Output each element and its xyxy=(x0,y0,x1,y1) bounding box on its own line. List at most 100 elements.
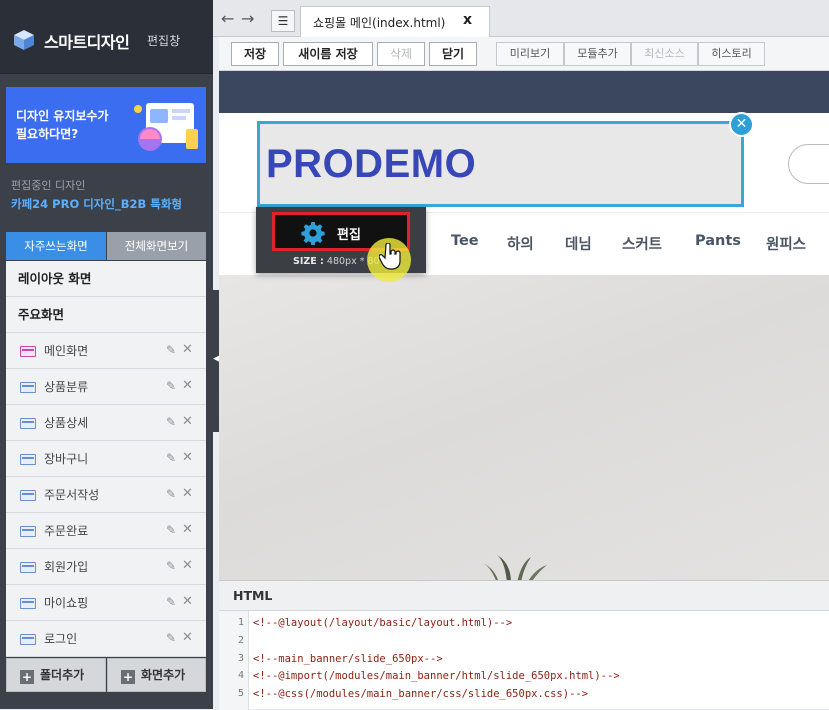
tab-title: 쇼핑몰 메인(index.html) xyxy=(313,16,446,30)
add-page-button[interactable]: + 화면추가 xyxy=(107,658,206,692)
close-icon[interactable]: ✕ xyxy=(182,522,193,537)
site-logo: PRODEMO xyxy=(266,142,477,186)
latest-source-button[interactable]: 최신소스 xyxy=(631,42,698,66)
page-icon xyxy=(20,490,36,501)
cube-logo-icon xyxy=(14,30,34,50)
html-code-panel: HTML 1 2 3 4 5 <!--@layout(/layout/basic… xyxy=(219,580,829,710)
close-icon[interactable]: ✕ xyxy=(182,414,193,429)
page-icon xyxy=(20,598,36,609)
tab-list-button[interactable]: ☰ xyxy=(271,10,295,32)
list-item[interactable]: 주문서작성 ✎ ✕ xyxy=(6,477,206,513)
app-title: 스마트디자인 xyxy=(44,33,130,52)
add-folder-label: 폴더추가 xyxy=(40,668,85,682)
plus-icon: + xyxy=(121,670,135,684)
close-button[interactable]: 닫기 xyxy=(429,42,477,66)
editor-toolbar: 저장 새이름 저장 삭제 닫기 미리보기 모듈추가 최신소스 히스토리 xyxy=(219,37,829,71)
menu-item-onepiece[interactable]: 원피스 xyxy=(766,233,806,254)
list-item[interactable]: 주문완료 ✎ ✕ xyxy=(6,513,206,549)
code-line[interactable]: <!--@layout(/layout/basic/layout.html)--… xyxy=(253,617,512,629)
line-number: 5 xyxy=(237,688,244,699)
pencil-icon[interactable]: ✎ xyxy=(166,523,176,537)
promo-banner[interactable]: 디자인 유지보수가 필요하다면? xyxy=(6,87,206,163)
menu-item-pants[interactable]: Pants xyxy=(695,233,741,249)
history-button[interactable]: 히스토리 xyxy=(698,42,765,66)
promo-text: 디자인 유지보수가 필요하다면? xyxy=(16,109,109,141)
list-item[interactable]: 로그인 ✎ ✕ xyxy=(6,621,206,657)
pencil-icon[interactable]: ✎ xyxy=(166,343,176,357)
add-page-label: 화면추가 xyxy=(141,668,186,682)
page-label: 주문서작성 xyxy=(44,488,100,502)
pencil-icon[interactable]: ✎ xyxy=(166,631,176,645)
code-line[interactable]: <!--main_banner/slide_650px--> xyxy=(253,653,443,665)
tab-close-icon[interactable]: x xyxy=(463,12,472,28)
close-icon[interactable]: ✕ xyxy=(182,486,193,501)
page-label: 로그인 xyxy=(44,632,78,646)
page-icon xyxy=(20,346,36,357)
page-icon xyxy=(20,526,36,537)
close-icon[interactable]: ✕ xyxy=(182,450,193,465)
pencil-icon[interactable]: ✎ xyxy=(166,379,176,393)
page-label: 상품분류 xyxy=(44,380,89,394)
menu-item-tee[interactable]: Tee xyxy=(451,233,479,249)
close-icon[interactable]: ✕ xyxy=(729,112,754,137)
list-item[interactable]: 상품분류 ✎ ✕ xyxy=(6,369,206,405)
code-panel-header: HTML xyxy=(219,581,829,611)
line-number: 4 xyxy=(237,670,244,681)
tab-all-pages[interactable]: 전체화면보기 xyxy=(107,232,206,260)
pencil-icon[interactable]: ✎ xyxy=(166,559,176,573)
plus-icon: + xyxy=(20,670,34,684)
close-icon[interactable]: ✕ xyxy=(182,558,193,573)
forward-arrow-icon[interactable]: → xyxy=(241,9,254,28)
code-line[interactable]: <!--@import(/modules/main_banner/html/sl… xyxy=(253,670,620,682)
list-item[interactable]: 장바구니 ✎ ✕ xyxy=(6,441,206,477)
sidebar-tabs: 자주쓰는화면 전체화면보기 xyxy=(6,232,206,260)
search-box[interactable] xyxy=(788,144,829,184)
save-as-button[interactable]: 새이름 저장 xyxy=(283,42,373,66)
back-arrow-icon[interactable]: ← xyxy=(221,9,234,28)
size-label: SIZE : xyxy=(293,256,324,267)
menu-item-denim[interactable]: 데님 xyxy=(565,233,592,254)
page-label: 상품상세 xyxy=(44,416,89,430)
section-main-pages[interactable]: 주요화면 xyxy=(6,297,206,333)
edit-label: 편집 xyxy=(337,228,361,243)
list-item[interactable]: 회원가입 ✎ ✕ xyxy=(6,549,206,585)
menu-item-skirt[interactable]: 스커트 xyxy=(622,233,662,254)
line-number-gutter: 1 2 3 4 5 xyxy=(219,611,249,710)
logo-module-selected[interactable]: PRODEMO xyxy=(257,121,744,207)
list-item[interactable]: 메인화면 ✎ ✕ xyxy=(6,333,206,369)
section-layout-pages[interactable]: 레이아웃 화면 xyxy=(6,261,206,297)
plant-image xyxy=(483,555,547,580)
tab-index-html[interactable]: 쇼핑몰 메인(index.html) x xyxy=(300,6,490,37)
pencil-icon[interactable]: ✎ xyxy=(166,451,176,465)
pencil-icon[interactable]: ✎ xyxy=(166,415,176,429)
hand-cursor-icon xyxy=(379,243,401,270)
add-module-button[interactable]: 모듈추가 xyxy=(564,42,631,66)
app-subtitle: 편집창 xyxy=(147,34,181,48)
page-list: 레이아웃 화면 주요화면 메인화면 ✎ ✕ 상품분류 ✎ ✕ 상품상세 ✎ ✕ … xyxy=(6,261,206,657)
page-icon xyxy=(20,454,36,465)
close-icon[interactable]: ✕ xyxy=(182,342,193,357)
menu-item-bottoms[interactable]: 하의 xyxy=(507,233,534,254)
delete-button[interactable]: 삭제 xyxy=(377,42,425,66)
tab-frequent-pages[interactable]: 자주쓰는화면 xyxy=(6,232,106,260)
current-design-name[interactable]: 카페24 PRO 디자인_B2B 특화형 xyxy=(11,196,182,212)
current-design-label: 편집중인 디자인 xyxy=(11,179,86,192)
list-item[interactable]: 상품상세 ✎ ✕ xyxy=(6,405,206,441)
preview-button[interactable]: 미리보기 xyxy=(496,42,564,66)
code-line[interactable]: <!--@css(/modules/main_banner/css/slide_… xyxy=(253,688,588,700)
main-banner[interactable] xyxy=(219,275,829,580)
gear-icon xyxy=(301,222,325,245)
brand-header: 스마트디자인 편집창 xyxy=(0,0,213,74)
add-folder-button[interactable]: + 폴더추가 xyxy=(6,658,106,692)
close-icon[interactable]: ✕ xyxy=(182,378,193,393)
pencil-icon[interactable]: ✎ xyxy=(166,595,176,609)
close-icon[interactable]: ✕ xyxy=(182,594,193,609)
sidebar: 스마트디자인 편집창 디자인 유지보수가 필요하다면? 편집중인 디자인 카페2… xyxy=(0,0,213,709)
close-icon[interactable]: ✕ xyxy=(182,630,193,645)
list-item[interactable]: 마이쇼핑 ✎ ✕ xyxy=(6,585,206,621)
top-band xyxy=(219,71,829,113)
line-number: 1 xyxy=(237,617,244,628)
design-preview: PRODEMO ✕ 0 트 Tee 하의 데님 스커트 Pants 원피스 편집… xyxy=(219,71,829,580)
save-button[interactable]: 저장 xyxy=(231,42,279,66)
pencil-icon[interactable]: ✎ xyxy=(166,487,176,501)
